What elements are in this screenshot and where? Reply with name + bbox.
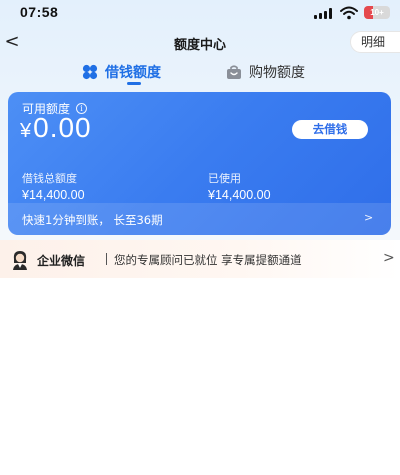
tab-active-indicator — [127, 82, 141, 85]
credit-tabs: 借钱额度 购物额度 — [0, 60, 400, 92]
tab-shopping-credit[interactable]: 购物额度 — [226, 62, 305, 82]
borrow-button[interactable]: 去借钱 — [292, 120, 368, 139]
total-credit: 借钱总额度 ¥14,400.00 — [22, 170, 85, 202]
clover-grid-icon — [82, 64, 98, 80]
detail-button[interactable]: 明细 — [350, 31, 400, 53]
advisor-avatar-icon — [13, 251, 27, 270]
credit-card: 可用额度 i ¥ 0.00 去借钱 借钱总额度 ¥14,400.00 已使用 ¥… — [8, 92, 391, 235]
used-credit-label: 已使用 — [208, 172, 241, 185]
notice-title: 企业微信 — [37, 254, 86, 268]
notice-text: 您的专属顾问已就位 享专属提额通道 — [114, 253, 302, 267]
status-bar: 07:58 10+ — [0, 0, 400, 26]
available-amount-value: 0.00 — [33, 112, 92, 143]
advisor-notice-bar[interactable]: 企业微信 您的专属顾问已就位 享专属提额通道 > — [0, 240, 400, 278]
used-credit: 已使用 ¥14,400.00 — [208, 170, 271, 202]
chevron-right-icon: > — [383, 250, 395, 266]
currency-symbol: ¥ — [20, 120, 32, 142]
battery-icon: 10+ — [364, 6, 390, 19]
chevron-right-icon: > — [364, 211, 374, 224]
tab-borrow-credit[interactable]: 借钱额度 — [82, 62, 161, 82]
promo-text: 快速1分钟到账， 长至36期 — [22, 213, 163, 227]
card-footer-promo[interactable]: 快速1分钟到账， 长至36期 > — [8, 203, 391, 235]
shopping-bag-icon — [227, 64, 241, 79]
total-credit-label: 借钱总额度 — [22, 172, 77, 185]
total-credit-value: ¥14,400.00 — [22, 188, 85, 202]
available-amount: ¥ 0.00 — [20, 112, 92, 144]
nav-bar: < 额度中心 明细 — [0, 28, 400, 58]
status-time: 07:58 — [20, 4, 59, 20]
notice-divider — [106, 253, 107, 265]
used-credit-value: ¥14,400.00 — [208, 188, 271, 202]
page-title: 额度中心 — [173, 38, 226, 53]
signal-icon — [314, 8, 332, 19]
tab-borrow-label: 借钱额度 — [105, 65, 161, 81]
tab-shop-label: 购物额度 — [249, 65, 305, 81]
wifi-icon — [340, 6, 358, 20]
battery-label: 10+ — [370, 8, 384, 17]
